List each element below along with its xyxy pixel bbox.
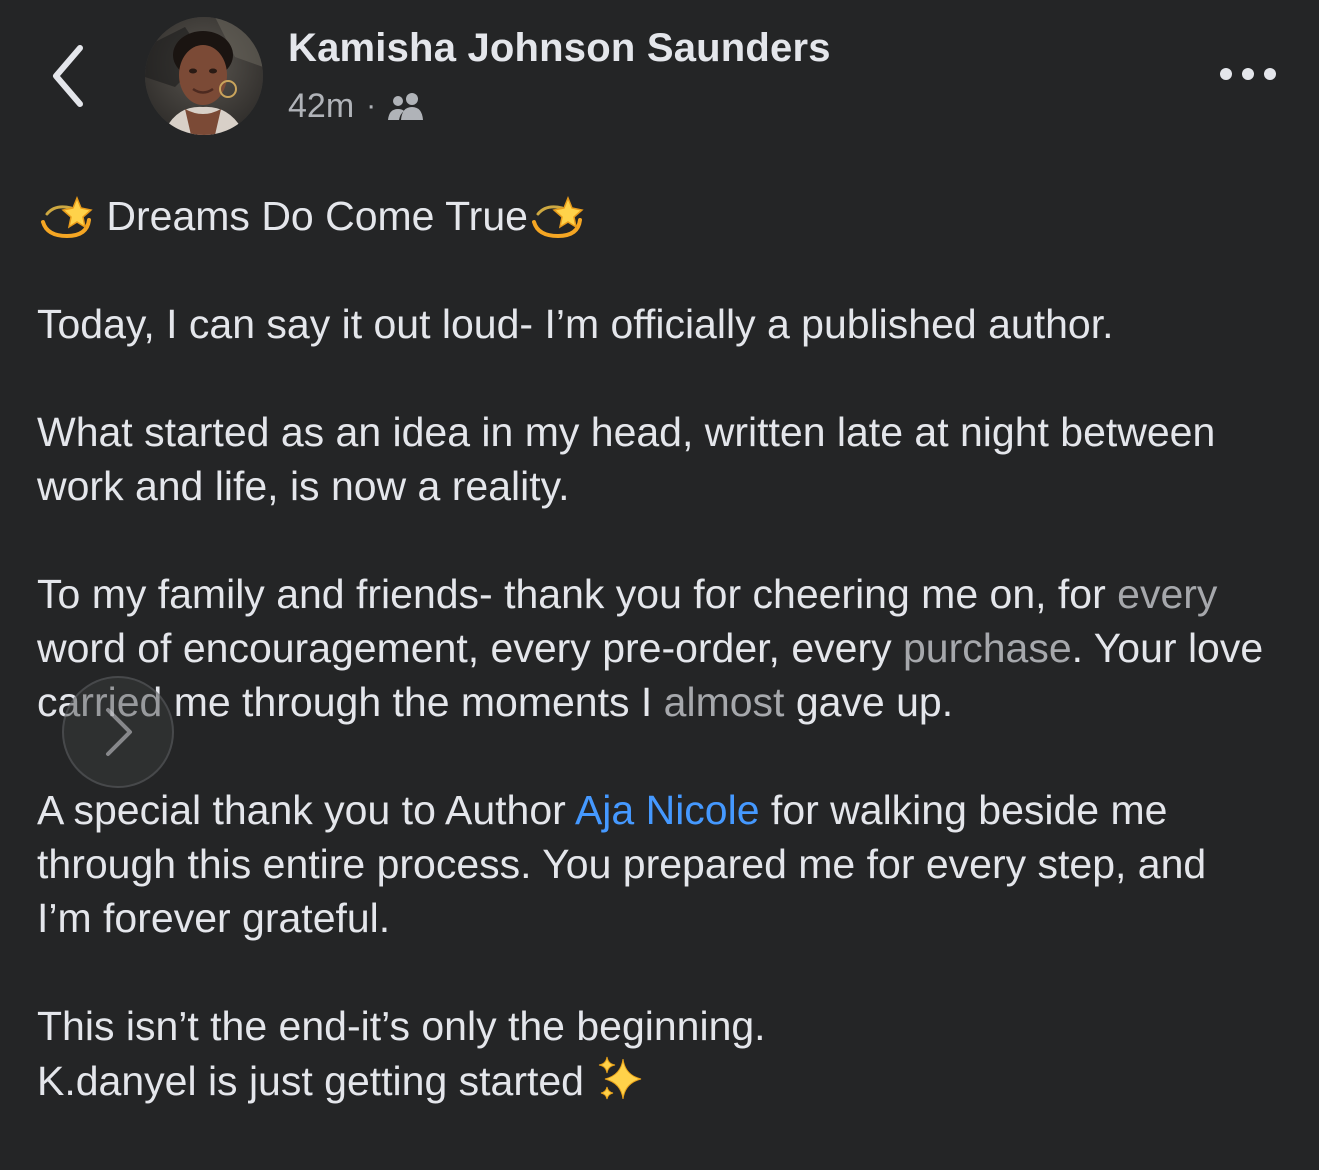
paragraph-3-text: gave up.	[784, 679, 954, 725]
paragraph-3: To my family and friends- thank you for …	[37, 567, 1267, 729]
post-title: Dreams Do Come True	[106, 193, 528, 239]
friends-icon[interactable]	[386, 90, 426, 122]
profile-photo	[145, 17, 263, 135]
paragraph-2: What started as an idea in my head, writ…	[37, 409, 1216, 509]
paragraph-3-text: almost	[663, 679, 785, 725]
paragraph-3-text: word of encouragement, every pre-order, …	[37, 625, 903, 671]
chevron-right-icon	[106, 708, 132, 756]
next-button[interactable]	[62, 676, 174, 788]
more-horizontal-icon	[1220, 68, 1276, 80]
paragraph-4: A special thank you to Author Aja Nicole…	[37, 783, 1257, 945]
paragraph-5-line-2: K.danyel is just getting started	[37, 1053, 1297, 1108]
post-text: Dreams Do Come True Today, I can say it …	[37, 184, 1297, 1108]
paragraph-5-text: K.danyel is just getting started	[37, 1058, 584, 1104]
back-button[interactable]	[40, 36, 100, 116]
paragraph-4-text: A special thank you to Author	[37, 787, 575, 833]
post-header: Kamisha Johnson Saunders 42m ·	[0, 0, 1319, 150]
paragraph-5-line-1: This isn’t the end-it’s only the beginni…	[37, 1003, 766, 1049]
dizzy-star-emoji	[37, 184, 95, 242]
avatar[interactable]	[145, 17, 263, 135]
post-meta: 42m ·	[288, 84, 426, 128]
post-title-line: Dreams Do Come True	[37, 184, 1297, 243]
meta-separator: ·	[366, 89, 377, 122]
paragraph-3-text: every	[1117, 571, 1218, 617]
sparkles-emoji	[595, 1053, 647, 1105]
paragraph-1: Today, I can say it out loud- I’m offici…	[37, 301, 1114, 347]
mention-link[interactable]: Aja Nicole	[575, 787, 760, 833]
chevron-left-icon	[53, 45, 83, 107]
author-name[interactable]: Kamisha Johnson Saunders	[288, 26, 831, 71]
dizzy-star-emoji	[528, 184, 586, 242]
paragraph-3-text: To my family and friends- thank you for …	[37, 571, 1118, 617]
paragraph-3-text: purchase	[903, 625, 1072, 671]
more-options-button[interactable]	[1208, 56, 1288, 92]
timestamp[interactable]: 42m	[288, 87, 354, 126]
